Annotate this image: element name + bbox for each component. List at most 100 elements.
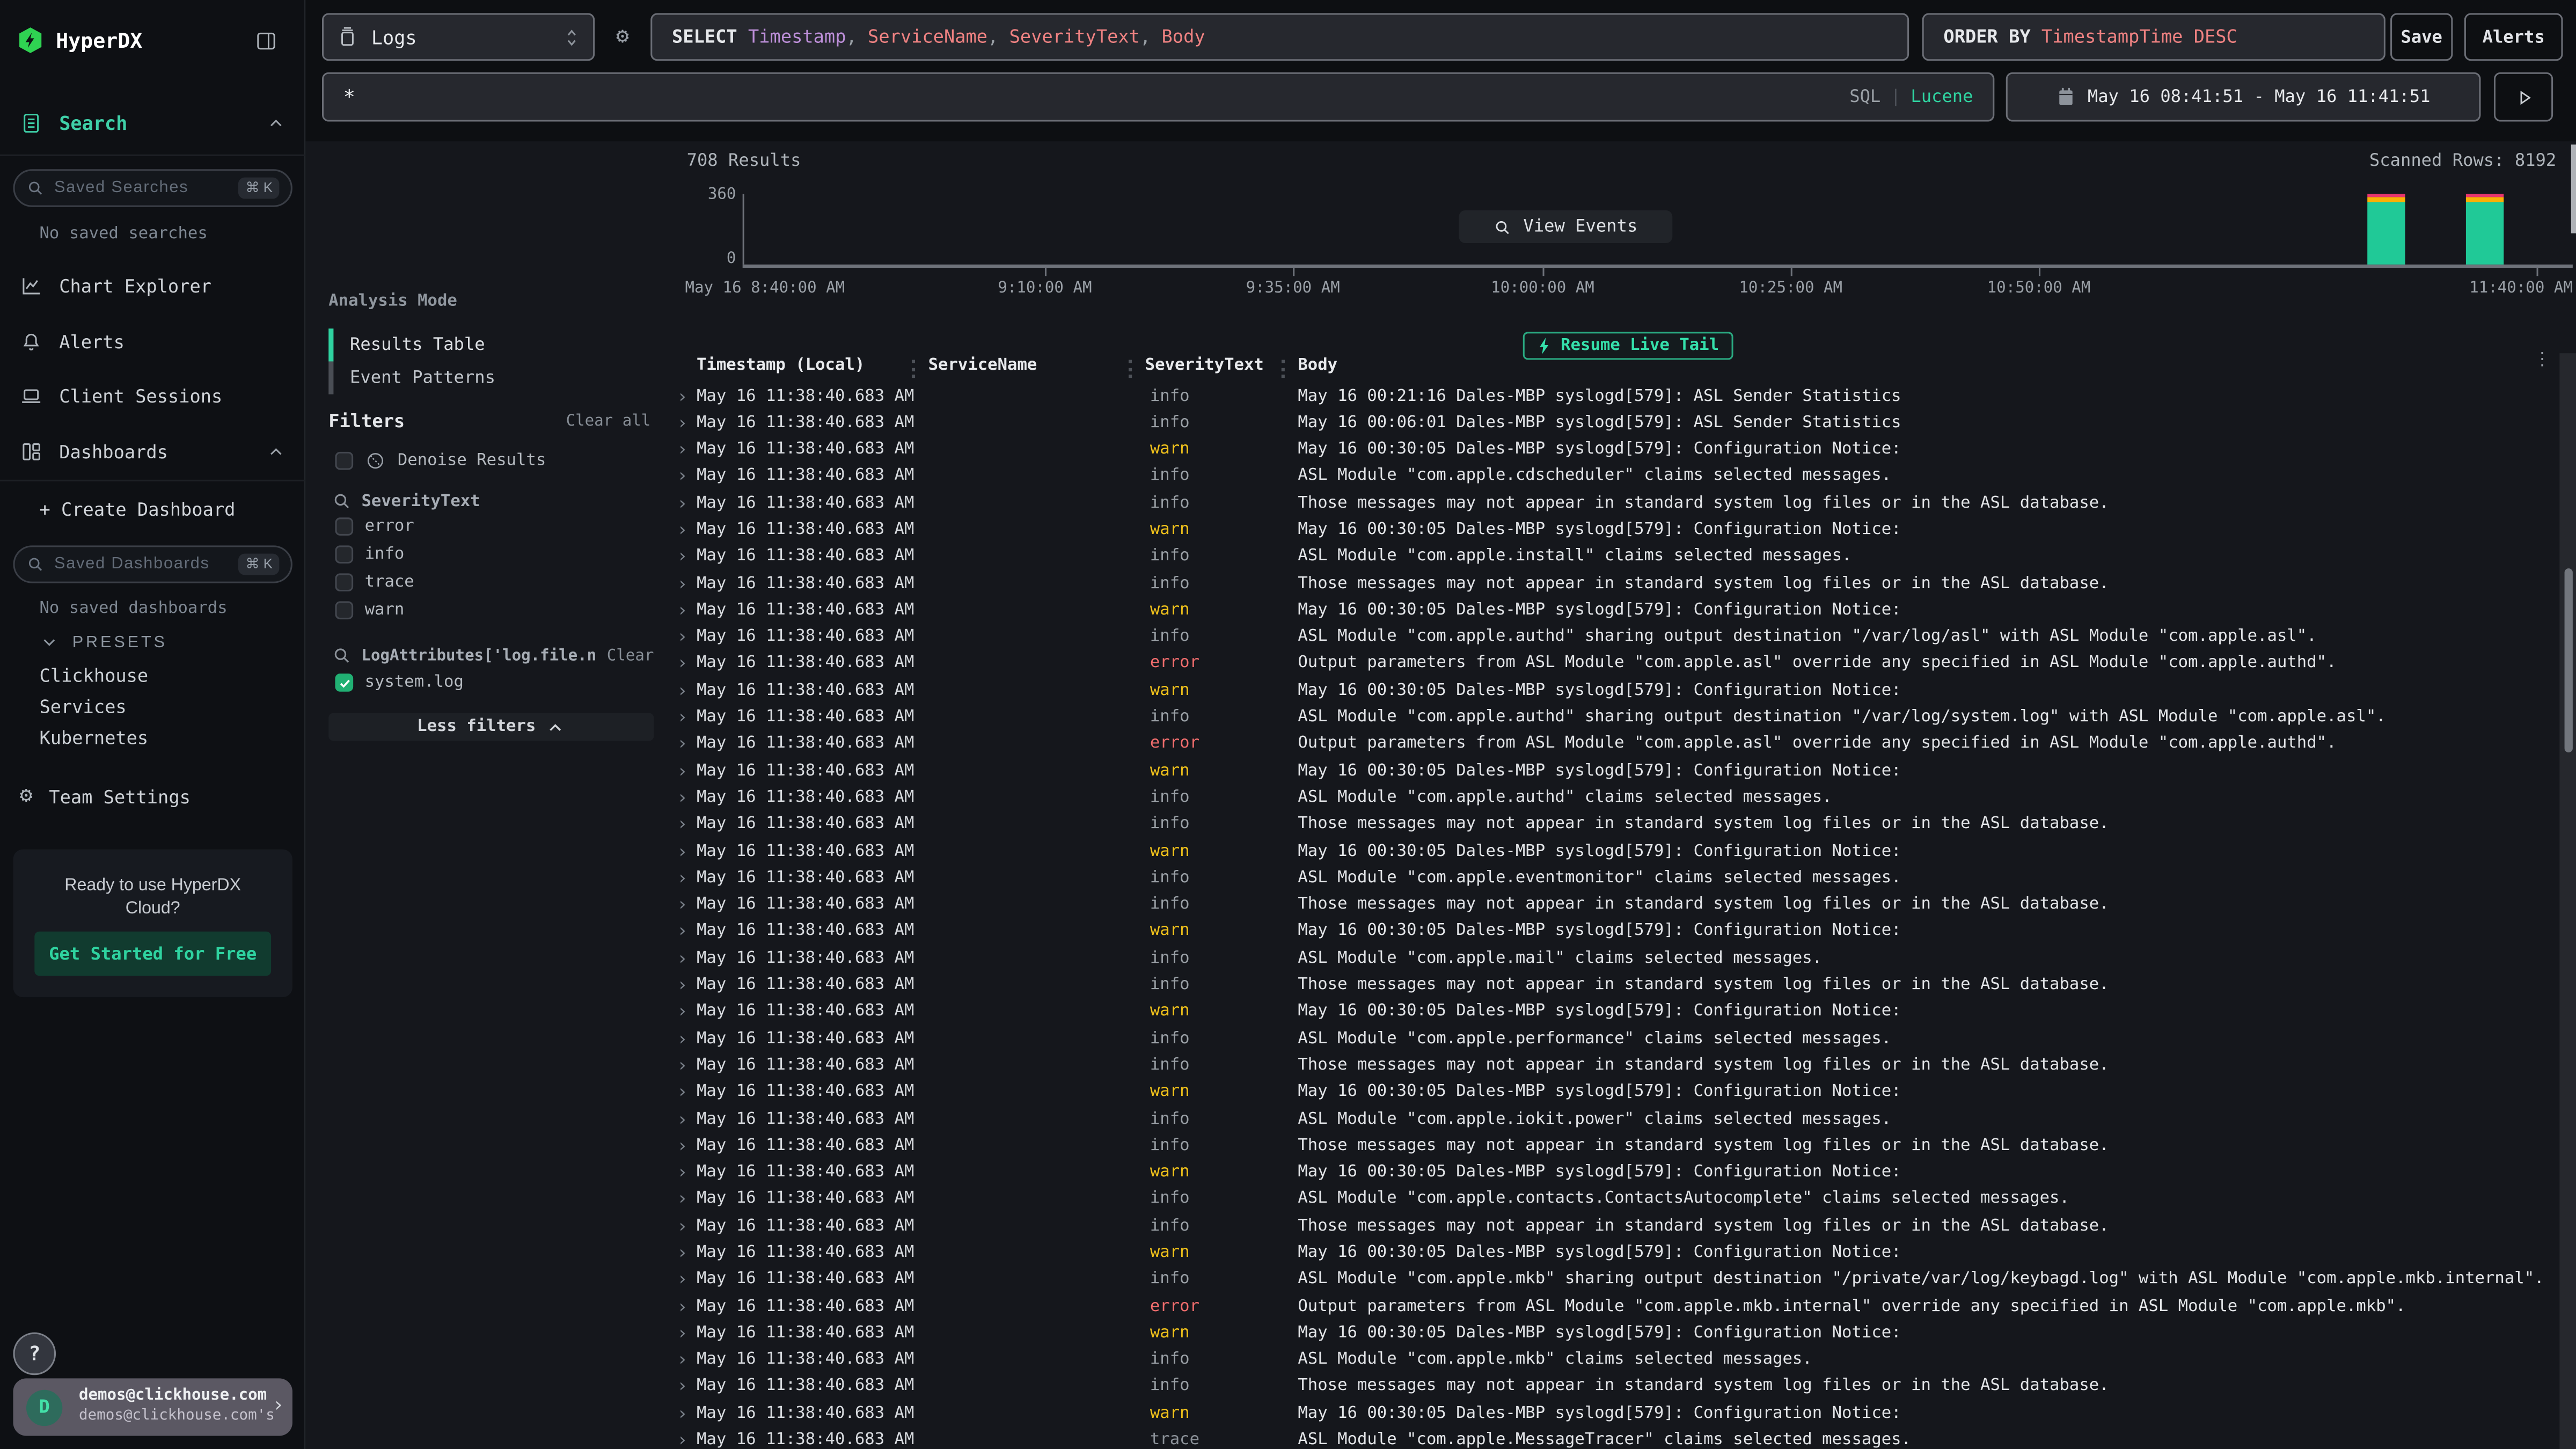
table-scrollbar-track[interactable]	[2559, 353, 2576, 1449]
row-expand-icon[interactable]: ›	[677, 1269, 687, 1290]
table-row[interactable]: ›May 16 11:38:40.683 AMinfoASL Module "c…	[670, 1027, 2576, 1054]
row-expand-icon[interactable]: ›	[677, 1376, 687, 1397]
sidebar-item-client-sessions[interactable]: Client Sessions	[20, 384, 223, 407]
table-row[interactable]: ›May 16 11:38:40.683 AMinfoThose message…	[670, 893, 2576, 920]
brand[interactable]: HyperDX	[17, 26, 143, 54]
row-expand-icon[interactable]: ›	[677, 894, 687, 916]
table-row[interactable]: ›May 16 11:38:40.683 AMinfoASL Module "c…	[670, 1348, 2576, 1375]
table-row[interactable]: ›May 16 11:38:40.683 AMwarnMay 16 00:30:…	[670, 1080, 2576, 1107]
order-by-input[interactable]: ORDER BY TimestampTime DESC	[1922, 13, 2385, 61]
collapse-sidebar-icon[interactable]	[254, 30, 277, 53]
table-row[interactable]: ›May 16 11:38:40.683 AMinfoThose message…	[670, 1134, 2576, 1161]
column-header-timestamp[interactable]: Timestamp (Local)	[697, 356, 865, 375]
filter-option-info[interactable]: info	[335, 545, 404, 564]
row-expand-icon[interactable]: ›	[677, 519, 687, 540]
mode-event-patterns[interactable]: Event Patterns	[328, 361, 641, 394]
row-expand-icon[interactable]: ›	[677, 1001, 687, 1022]
column-resize-handle[interactable]	[1129, 360, 1132, 378]
table-row[interactable]: ›May 16 11:38:40.683 AMinfoThose message…	[670, 1214, 2576, 1241]
row-expand-icon[interactable]: ›	[677, 814, 687, 835]
row-expand-icon[interactable]: ›	[677, 1162, 687, 1183]
row-expand-icon[interactable]: ›	[677, 573, 687, 594]
row-expand-icon[interactable]: ›	[677, 1430, 687, 1449]
table-row[interactable]: ›May 16 11:38:40.683 AMinfoASL Module "c…	[670, 545, 2576, 572]
histogram-bar[interactable]	[2368, 194, 2405, 264]
alerts-button[interactable]: Alerts	[2464, 13, 2563, 61]
table-row[interactable]: ›May 16 11:38:40.683 AMinfoASL Module "c…	[670, 947, 2576, 974]
table-row[interactable]: ›May 16 11:38:40.683 AMwarnMay 16 00:30:…	[670, 679, 2576, 706]
row-expand-icon[interactable]: ›	[677, 1055, 687, 1076]
table-row[interactable]: ›May 16 11:38:40.683 AMinfoThose message…	[670, 1054, 2576, 1081]
row-expand-icon[interactable]: ›	[677, 1242, 687, 1263]
checkbox-unchecked[interactable]	[335, 601, 353, 619]
select-columns-input[interactable]: SELECT Timestamp, ServiceName, SeverityT…	[650, 13, 1909, 61]
clear-filter-button[interactable]: Clear	[607, 647, 654, 665]
table-row[interactable]: ›May 16 11:38:40.683 AMwarnMay 16 00:30:…	[670, 518, 2576, 545]
row-expand-icon[interactable]: ›	[677, 733, 687, 755]
table-row[interactable]: ›May 16 11:38:40.683 AMwarnMay 16 00:30:…	[670, 1402, 2576, 1429]
row-expand-icon[interactable]: ›	[677, 492, 687, 514]
column-resize-handle[interactable]	[1282, 360, 1285, 378]
table-row[interactable]: ›May 16 11:38:40.683 AMwarnMay 16 00:30:…	[670, 1321, 2576, 1348]
table-row[interactable]: ›May 16 11:38:40.683 AMinfoASL Module "c…	[670, 706, 2576, 733]
sidebar-item-dashboards[interactable]: Dashboards	[20, 440, 286, 463]
time-range-picker[interactable]: May 16 08:41:51 - May 16 11:41:51	[2006, 72, 2481, 122]
column-header-severitytext[interactable]: SeverityText	[1145, 356, 1264, 375]
preset-item-kubernetes[interactable]: Kubernetes	[39, 728, 148, 749]
row-expand-icon[interactable]: ›	[677, 1296, 687, 1317]
table-row[interactable]: ›May 16 11:38:40.683 AMinfoThose message…	[670, 813, 2576, 840]
row-expand-icon[interactable]: ›	[677, 1322, 687, 1344]
chevron-up-icon[interactable]	[266, 442, 286, 462]
row-expand-icon[interactable]: ›	[677, 1028, 687, 1049]
lucene-mode-toggle[interactable]: Lucene	[1911, 87, 1973, 107]
table-row[interactable]: ›May 16 11:38:40.683 AMinfoThose message…	[670, 492, 2576, 518]
table-row[interactable]: ›May 16 11:38:40.683 AMinfoASL Module "c…	[670, 866, 2576, 893]
table-row[interactable]: ›May 16 11:38:40.683 AMinfoASL Module "c…	[670, 465, 2576, 492]
table-row[interactable]: ›May 16 11:38:40.683 AMwarnMay 16 00:30:…	[670, 759, 2576, 786]
table-row[interactable]: ›May 16 11:38:40.683 AMwarnMay 16 00:30:…	[670, 1000, 2576, 1027]
sidebar-item-chart-explorer[interactable]: Chart Explorer	[20, 274, 211, 297]
sidebar-item-team-settings[interactable]: ⚙ Team Settings	[20, 785, 191, 808]
row-expand-icon[interactable]: ›	[677, 974, 687, 996]
filter-option-warn[interactable]: warn	[335, 601, 404, 619]
row-expand-icon[interactable]: ›	[677, 921, 687, 942]
sidebar-item-search[interactable]: Search	[20, 112, 286, 135]
create-dashboard-button[interactable]: + Create Dashboard	[39, 500, 235, 521]
table-row[interactable]: ›May 16 11:38:40.683 AMinfoASL Module "c…	[670, 1107, 2576, 1134]
row-expand-icon[interactable]: ›	[677, 1215, 687, 1236]
user-menu[interactable]: D demos@clickhouse.com demos@clickhouse.…	[13, 1378, 292, 1436]
checkbox-unchecked[interactable]	[335, 573, 353, 591]
resume-live-tail-button[interactable]: Resume Live Tail	[1523, 332, 1734, 360]
checkbox-unchecked[interactable]	[335, 517, 353, 536]
table-row[interactable]: ›May 16 11:38:40.683 AMwarnMay 16 00:30:…	[670, 438, 2576, 465]
table-row[interactable]: ›May 16 11:38:40.683 AMwarnMay 16 00:30:…	[670, 1161, 2576, 1188]
filter-option-trace[interactable]: trace	[335, 573, 414, 591]
source-select[interactable]: Logs	[322, 13, 595, 61]
table-row[interactable]: ›May 16 11:38:40.683 AMinfoThose message…	[670, 974, 2576, 1000]
table-row[interactable]: ›May 16 11:38:40.683 AMinfoASL Module "c…	[670, 625, 2576, 652]
table-row[interactable]: ›May 16 11:38:40.683 AMtraceASL Module "…	[670, 1429, 2576, 1449]
checkbox-checked[interactable]	[335, 674, 353, 692]
presets-section-toggle[interactable]: PRESETS	[39, 633, 167, 653]
row-expand-icon[interactable]: ›	[677, 867, 687, 889]
sql-mode-toggle[interactable]: SQL	[1849, 87, 1880, 107]
row-expand-icon[interactable]: ›	[677, 1108, 687, 1130]
query-search-input[interactable]: * SQL | Lucene	[322, 72, 1994, 122]
get-started-button[interactable]: Get Started for Free	[34, 932, 271, 976]
denoise-results-checkbox[interactable]: Denoise Results	[335, 450, 546, 472]
row-expand-icon[interactable]: ›	[677, 626, 687, 648]
row-expand-icon[interactable]: ›	[677, 1135, 687, 1157]
table-row[interactable]: ›May 16 11:38:40.683 AMwarnMay 16 00:30:…	[670, 598, 2576, 625]
view-events-button[interactable]: View Events	[1459, 210, 1672, 243]
table-row[interactable]: ›May 16 11:38:40.683 AMinfoThose message…	[670, 572, 2576, 599]
row-expand-icon[interactable]: ›	[677, 546, 687, 567]
saved-dashboards-input[interactable]: Saved Dashboards ⌘ K	[13, 545, 292, 583]
help-button[interactable]: ?	[13, 1333, 56, 1375]
row-expand-icon[interactable]: ›	[677, 707, 687, 728]
table-scrollbar-thumb[interactable]	[2564, 568, 2572, 752]
table-row[interactable]: ›May 16 11:38:40.683 AMinfoASL Module "c…	[670, 1268, 2576, 1295]
table-row[interactable]: ›May 16 11:38:40.683 AMinfoASL Module "c…	[670, 786, 2576, 813]
row-expand-icon[interactable]: ›	[677, 840, 687, 862]
row-expand-icon[interactable]: ›	[677, 653, 687, 675]
row-expand-icon[interactable]: ›	[677, 1081, 687, 1103]
